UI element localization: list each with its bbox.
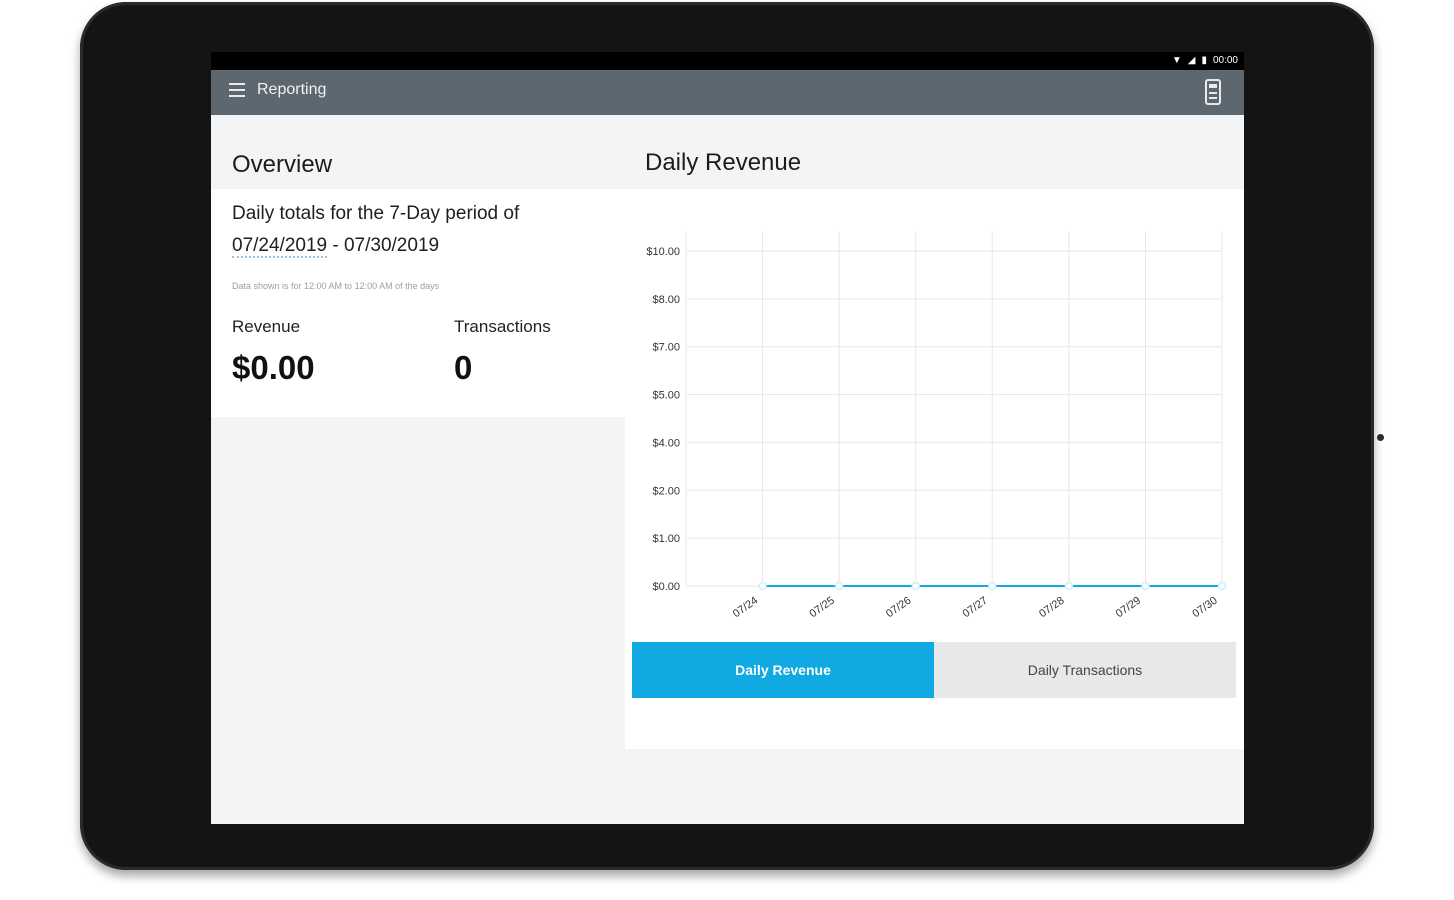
daily-revenue-tab[interactable]: Daily Revenue bbox=[632, 642, 934, 698]
signal-icon: ◢ bbox=[1187, 55, 1196, 66]
app-bar-title: Reporting bbox=[257, 81, 327, 98]
status-time: 00:00 bbox=[1212, 55, 1238, 66]
overview-card: Daily totals for the 7-Day period of 07/… bbox=[211, 189, 625, 417]
chart-header: Daily Revenue bbox=[625, 115, 1244, 189]
x-tick-label: 07/25 bbox=[807, 595, 836, 621]
chart-card: $0.00 $1.00 $2.00 $4.00 $5.00 $7.00 $8.00 $10.0… bbox=[625, 189, 1244, 749]
overview-title: Overview bbox=[232, 151, 333, 178]
x-tick-label: 07/24 bbox=[731, 595, 760, 621]
y-tick-label: $8.00 bbox=[652, 294, 680, 306]
status-bar: ▼ ◢ ▮ 00:00 bbox=[211, 52, 1244, 70]
transactions-value: 0 bbox=[454, 349, 473, 386]
period-end-date: 07/30/2019 bbox=[343, 235, 440, 256]
printer-icon[interactable] bbox=[1204, 78, 1222, 106]
x-tick-label: 07/28 bbox=[1037, 595, 1066, 621]
daily-revenue-chart: $0.00 $1.00 $2.00 $4.00 $5.00 $7.00 $8.00 $10.0… bbox=[646, 231, 1227, 621]
period-description: Daily totals for the 7-Day period of bbox=[232, 203, 520, 224]
daily-revenue-panel: Daily Revenue $0.00 $1.00 $2.00 $4.00 $5.00 $… bbox=[625, 115, 1244, 824]
transactions-label: Transactions bbox=[454, 317, 551, 336]
y-tick-label: $2.00 bbox=[652, 485, 680, 497]
overview-header: Overview bbox=[211, 115, 625, 189]
chart-toggle: Daily Revenue Daily Transactions bbox=[632, 642, 1236, 698]
wifi-icon: ▼ bbox=[1171, 55, 1182, 66]
status-icons: ▼ ◢ ▮ 00:00 bbox=[1172, 54, 1238, 68]
y-tick-label: $5.00 bbox=[652, 390, 680, 402]
revenue-label: Revenue bbox=[232, 317, 301, 336]
data-range-note: Data shown is for 12:00 AM to 12:00 AM o… bbox=[232, 281, 440, 291]
y-tick-label: $4.00 bbox=[652, 437, 680, 449]
period-start-date[interactable]: 07/24/2019 bbox=[232, 235, 328, 258]
revenue-data-point[interactable] bbox=[1064, 581, 1074, 591]
y-tick-label: $10.00 bbox=[646, 246, 680, 258]
period-dates: 07/24/2019 - 07/30/2019 bbox=[232, 229, 439, 262]
overview-panel: Overview Daily totals for the 7-Day peri… bbox=[211, 115, 625, 824]
revenue-data-point[interactable] bbox=[911, 581, 920, 591]
revenue-data-point[interactable] bbox=[834, 581, 844, 591]
hamburger-menu-icon[interactable] bbox=[229, 83, 245, 99]
period-separator: - bbox=[327, 235, 344, 256]
tablet-screen: ▼ ◢ ▮ 00:00 Reporting Overview Daily tot… bbox=[211, 52, 1244, 824]
x-tick-label: 07/27 bbox=[961, 595, 990, 621]
revenue-data-point[interactable] bbox=[1217, 581, 1227, 591]
app-bar: Reporting bbox=[211, 70, 1244, 115]
revenue-value: $0.00 bbox=[232, 349, 315, 386]
y-tick-label: $0.00 bbox=[652, 581, 680, 593]
daily-transactions-tab[interactable]: Daily Transactions bbox=[934, 642, 1236, 698]
y-tick-label: $1.00 bbox=[652, 533, 680, 545]
chart-title: Daily Revenue bbox=[645, 149, 802, 176]
revenue-data-point[interactable] bbox=[988, 581, 997, 591]
y-tick-label: $7.00 bbox=[652, 342, 680, 354]
x-tick-label: 07/29 bbox=[1114, 595, 1143, 621]
x-tick-label: 07/30 bbox=[1190, 595, 1219, 621]
sensor-dot bbox=[1377, 434, 1384, 441]
revenue-data-point[interactable] bbox=[1141, 581, 1150, 591]
x-tick-label: 07/26 bbox=[884, 595, 913, 621]
revenue-data-point[interactable] bbox=[758, 581, 767, 591]
battery-icon: ▮ bbox=[1201, 55, 1207, 66]
